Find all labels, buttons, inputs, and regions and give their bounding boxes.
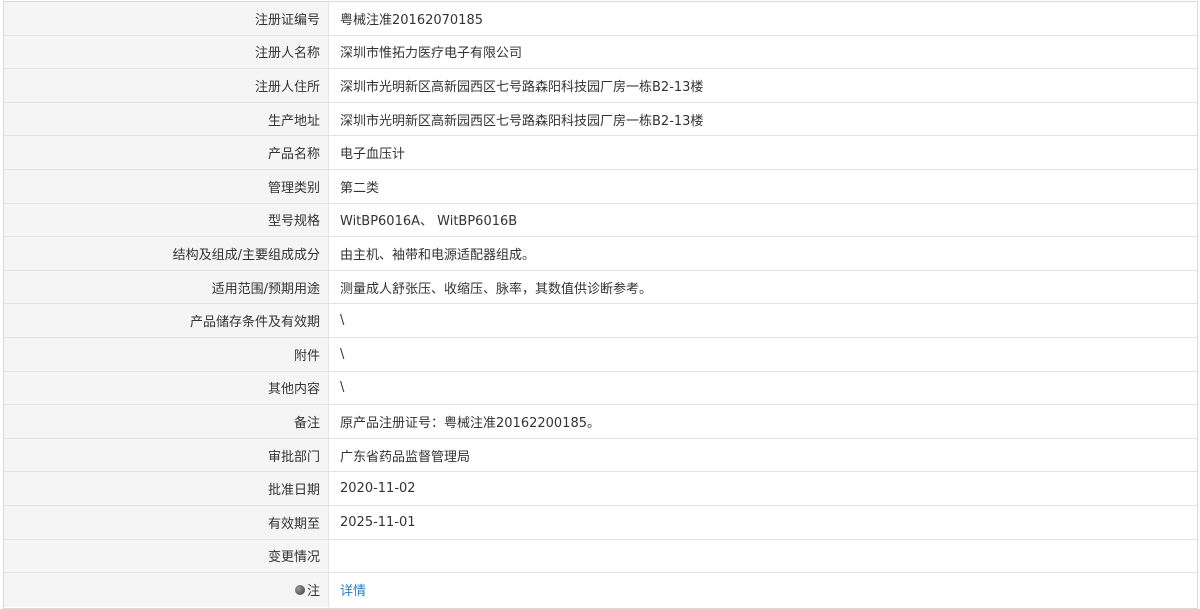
row-value: 由主机、袖带和电源适配器组成。 <box>340 247 536 263</box>
row-value: 深圳市光明新区高新园西区七号路森阳科技园厂房一栋B2-13楼 <box>340 113 704 129</box>
row-label: 有效期至 <box>4 505 329 539</box>
row-value: WitBP6016A、 WitBP6016B <box>340 214 518 230</box>
row-label: 型号规格 <box>4 203 329 237</box>
row-label: 管理类别 <box>4 169 329 203</box>
row-registration-number: 注册证编号 粤械注准20162070185 <box>4 2 1197 36</box>
row-value: 第二类 <box>340 180 380 196</box>
note-icon <box>294 584 305 595</box>
row-value: \ <box>340 346 345 362</box>
row-label: 生产地址 <box>4 102 329 136</box>
row-change-history: 变更情况 <box>4 539 1197 574</box>
row-value: 测量成人舒张压、收缩压、脉率，其数值供诊断参考。 <box>340 281 653 297</box>
row-label: 适用范围/预期用途 <box>4 270 329 304</box>
row-label: 其他内容 <box>4 371 329 405</box>
row-value: 粤械注准20162070185 <box>340 12 483 28</box>
row-intended-use: 适用范围/预期用途 测量成人舒张压、收缩压、脉率，其数值供诊断参考。 <box>4 270 1197 305</box>
note-label: 注 <box>306 584 320 600</box>
row-value: 深圳市光明新区高新园西区七号路森阳科技园厂房一栋B2-13楼 <box>340 79 704 95</box>
row-value: 广东省药品监督管理局 <box>340 449 471 465</box>
row-label: 产品名称 <box>4 136 329 169</box>
row-value <box>329 540 1197 573</box>
row-approval-date: 批准日期 2020-11-02 <box>4 472 1197 506</box>
row-value: 原产品注册证号：粤械注准20162200185。 <box>340 415 600 431</box>
row-value: 2020-11-02 <box>340 481 416 497</box>
row-value: \ <box>340 313 345 329</box>
row-value: 详情 <box>329 573 1197 607</box>
row-model-spec: 型号规格 WitBP6016A、 WitBP6016B <box>4 203 1197 238</box>
details-link[interactable]: 详情 <box>340 580 366 599</box>
row-label: 注册证编号 <box>4 2 329 35</box>
row-value: 电子血压计 <box>340 147 406 163</box>
row-registrant-name: 注册人名称 深圳市惟拓力医疗电子有限公司 <box>4 35 1197 70</box>
row-remarks: 备注 原产品注册证号：粤械注准20162200185。 <box>4 405 1197 439</box>
row-registrant-address: 注册人住所 深圳市光明新区高新园西区七号路森阳科技园厂房一栋B2-13楼 <box>4 69 1197 103</box>
row-attachment: 附件 \ <box>4 337 1197 372</box>
row-note: 注 详情 <box>4 573 1197 607</box>
row-other-content: 其他内容 \ <box>4 371 1197 406</box>
row-label: 批准日期 <box>4 472 329 505</box>
row-value: 2025-11-01 <box>340 514 416 530</box>
row-approval-department: 审批部门 广东省药品监督管理局 <box>4 438 1197 473</box>
row-label: 产品储存条件及有效期 <box>4 304 329 337</box>
row-label: 审批部门 <box>4 438 329 472</box>
row-label: 注 <box>4 573 329 607</box>
row-product-name: 产品名称 电子血压计 <box>4 136 1197 170</box>
row-production-address: 生产地址 深圳市光明新区高新园西区七号路森阳科技园厂房一栋B2-13楼 <box>4 102 1197 137</box>
row-structure-composition: 结构及组成/主要组成成分 由主机、袖带和电源适配器组成。 <box>4 237 1197 271</box>
row-label: 注册人住所 <box>4 69 329 102</box>
row-management-class: 管理类别 第二类 <box>4 169 1197 204</box>
row-value: \ <box>340 380 345 396</box>
registration-detail-table: 注册证编号 粤械注准20162070185 注册人名称 深圳市惟拓力医疗电子有限… <box>3 1 1198 609</box>
row-label: 变更情况 <box>4 539 329 573</box>
row-value: 深圳市惟拓力医疗电子有限公司 <box>340 46 523 62</box>
row-storage-validity: 产品储存条件及有效期 \ <box>4 304 1197 338</box>
row-valid-until: 有效期至 2025-11-01 <box>4 505 1197 540</box>
row-label: 备注 <box>4 405 329 438</box>
row-label: 结构及组成/主要组成成分 <box>4 237 329 270</box>
row-label: 附件 <box>4 337 329 371</box>
row-label: 注册人名称 <box>4 35 329 69</box>
